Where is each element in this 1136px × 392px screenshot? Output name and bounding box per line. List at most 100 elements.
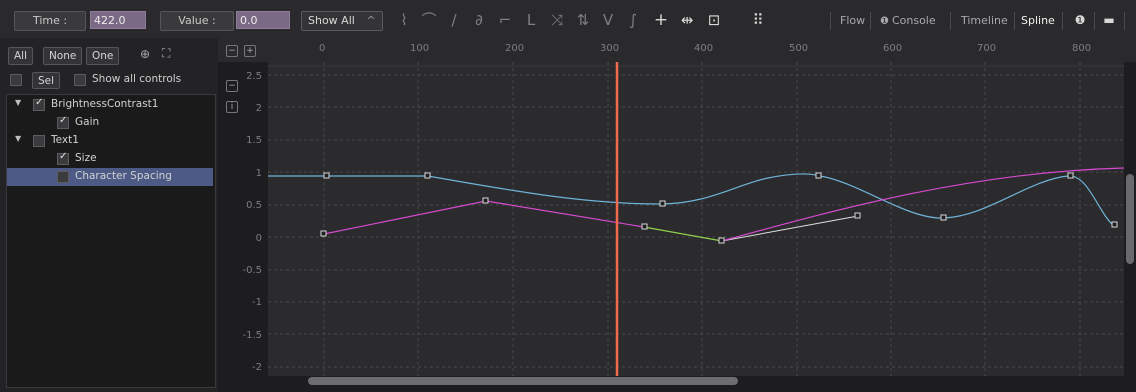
y-tick: 0.5 [246, 200, 262, 211]
tab-separator [1062, 12, 1063, 30]
chevron-down-icon[interactable]: ▼ [15, 134, 21, 143]
y-tick: 1 [255, 168, 262, 179]
linear-tool-icon[interactable]: / [443, 11, 465, 29]
gain-spline-curve[interactable] [268, 173, 1114, 226]
zoom-in-button[interactable]: + [244, 45, 256, 57]
y-tick: 2.5 [246, 71, 262, 82]
zoom-icon[interactable]: ⊕ [140, 47, 150, 61]
more-options-icon[interactable]: ⠿ [747, 11, 769, 29]
spline-toolbar: Time : 422.0 Value : 0.0 Show All ^ ⌇ ⌒ … [0, 0, 1136, 39]
gain-keyframe[interactable] [424, 172, 431, 179]
tree-item-text1[interactable]: ▼ Text1 [7, 132, 213, 150]
size-keyframe[interactable] [854, 212, 861, 219]
tab-flow[interactable]: Flow [840, 13, 865, 29]
tab-separator [950, 12, 951, 30]
x-tick: 0 [319, 43, 326, 54]
tree-checkbox[interactable] [57, 115, 69, 129]
value-label: Value : [160, 11, 234, 31]
spline-graph[interactable] [268, 62, 1125, 376]
tree-item-gain[interactable]: Gain [7, 114, 213, 132]
time-ruler[interactable] [218, 38, 1136, 62]
gain-keyframe[interactable] [1067, 172, 1074, 179]
tree-item-label: Character Spacing [75, 170, 172, 182]
x-tick: 400 [694, 43, 714, 54]
tree-item-brightnesscontrast1[interactable]: ▼ BrightnessContrast1 [7, 96, 213, 114]
x-tick: 200 [505, 43, 525, 54]
tab-console[interactable]: ❶ Console [880, 13, 936, 29]
add-keyframe-icon[interactable]: + [650, 11, 672, 29]
loop-tool-icon[interactable]: ∂ [468, 11, 490, 29]
tree-item-label: Size [75, 152, 97, 164]
chat-icon[interactable]: ▬ [1099, 11, 1119, 29]
x-tick: 600 [883, 43, 903, 54]
ping-pong-icon[interactable]: ⇅ [572, 11, 594, 29]
y-tick: -1 [252, 297, 262, 308]
y-tick: -2 [252, 362, 262, 373]
select-one-button[interactable]: One [86, 47, 120, 65]
vertical-scrollbar[interactable] [1126, 174, 1134, 264]
expand-icon[interactable]: ⛶ [162, 46, 170, 61]
value-field[interactable]: 0.0 [236, 11, 290, 29]
gain-keyframe[interactable] [940, 214, 947, 221]
tree-checkbox[interactable] [33, 97, 45, 111]
tree-item-label: Text1 [51, 134, 79, 146]
sel-button[interactable]: Sel [32, 72, 61, 89]
sel-toggle-checkbox[interactable] [10, 74, 22, 86]
show-all-dropdown[interactable]: Show All ^ [301, 11, 383, 31]
size-keyframe[interactable] [320, 230, 327, 237]
step-out-icon[interactable]: L [520, 11, 542, 29]
tree-checkbox[interactable] [57, 171, 69, 183]
x-tick: 100 [410, 43, 430, 54]
gain-keyframe[interactable] [1111, 221, 1118, 228]
time-field[interactable]: 422.0 [90, 11, 146, 29]
fit-view-icon[interactable]: ⊡ [703, 11, 725, 29]
tree-item-label: Gain [75, 116, 100, 128]
info-icon[interactable]: ❶ [1070, 11, 1090, 29]
horizontal-scrollbar[interactable] [308, 377, 738, 385]
tab-timeline[interactable]: Timeline [961, 13, 1008, 29]
size-keyframe[interactable] [718, 237, 725, 244]
size-spline-segment[interactable] [643, 226, 723, 242]
tab-separator [870, 12, 871, 30]
show-all-controls-label: Show all controls [92, 73, 182, 85]
relative-icon[interactable]: V [597, 11, 619, 29]
tree-checkbox[interactable] [57, 151, 69, 165]
smooth-tool-icon[interactable]: ⌇ [393, 11, 415, 29]
reverse-icon[interactable]: ⤨ [546, 11, 568, 29]
y-tick: -0.5 [242, 265, 262, 276]
y-tick: 0 [255, 233, 262, 244]
gain-keyframe[interactable] [323, 172, 330, 179]
curve-tool-icon[interactable]: ⌒ [418, 11, 440, 29]
chevron-down-icon[interactable]: ▼ [15, 98, 21, 107]
size-spline-curve[interactable] [323, 200, 645, 235]
time-stretch-icon[interactable]: ⇹ [676, 11, 698, 29]
gradient-icon[interactable]: ∫ [622, 11, 644, 29]
spline-graph-canvas[interactable] [268, 62, 1125, 376]
select-none-button[interactable]: None [43, 47, 83, 65]
info-circle-icon: ❶ [880, 16, 889, 27]
size-keyframe[interactable] [482, 197, 489, 204]
tree-item-size[interactable]: Size [7, 150, 213, 168]
x-tick: 500 [789, 43, 809, 54]
gain-keyframe[interactable] [815, 172, 822, 179]
y-tick: 2 [255, 103, 262, 114]
x-tick: 700 [977, 43, 997, 54]
spline-tree: ▼ BrightnessContrast1 Gain ▼ Text1 Size … [6, 94, 216, 388]
spline-tree-panel: All None One ⊕ ⛶ Sel Show all controls ▼… [0, 38, 218, 392]
step-in-icon[interactable]: ⌐ [494, 11, 516, 29]
tab-spline[interactable]: Spline [1021, 13, 1055, 29]
select-all-button[interactable]: All [8, 47, 34, 65]
tab-separator [1094, 12, 1095, 30]
chevron-up-icon: ^ [366, 14, 376, 27]
time-label: Time : [14, 11, 86, 31]
tree-checkbox[interactable] [33, 135, 45, 147]
tab-separator [1124, 12, 1125, 30]
zoom-out-button[interactable]: − [226, 45, 238, 57]
x-tick: 300 [600, 43, 620, 54]
tree-item-character-spacing[interactable]: Character Spacing [7, 168, 213, 186]
show-all-controls-checkbox[interactable] [74, 74, 86, 86]
y-tick: -1.5 [242, 330, 262, 341]
size-keyframe[interactable] [641, 223, 648, 230]
gain-keyframe[interactable] [659, 200, 666, 207]
x-tick: 800 [1072, 43, 1092, 54]
